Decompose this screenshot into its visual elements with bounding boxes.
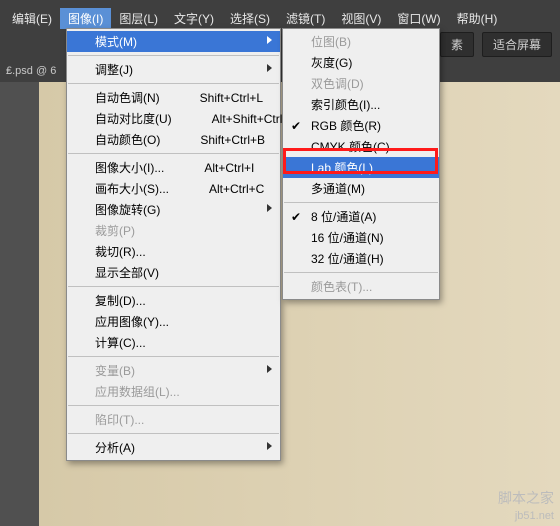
toolbar-btn-pixels[interactable]: 素	[440, 32, 474, 57]
mode-32bit[interactable]: 32 位/通道(H)	[283, 248, 439, 269]
menu-reveal-all[interactable]: 显示全部(V)	[67, 262, 280, 283]
mode-bitmap: 位图(B)	[283, 31, 439, 52]
menu-layer[interactable]: 图层(L)	[111, 8, 166, 29]
toolbar-btn-fit[interactable]: 适合屏幕	[482, 32, 552, 57]
menu-edit[interactable]: 编辑(E)	[4, 8, 60, 29]
menu-auto-contrast[interactable]: 自动对比度(U)Alt+Shift+Ctrl+L	[67, 108, 280, 129]
menu-apply-datasets: 应用数据组(L)...	[67, 381, 280, 402]
chevron-right-icon	[267, 442, 272, 450]
menu-variables: 变量(B)	[67, 360, 280, 381]
chevron-right-icon	[267, 204, 272, 212]
mode-multichannel[interactable]: 多通道(M)	[283, 178, 439, 199]
menu-image[interactable]: 图像(I)	[60, 8, 111, 29]
mode-grayscale[interactable]: 灰度(G)	[283, 52, 439, 73]
menu-image-size[interactable]: 图像大小(I)...Alt+Ctrl+I	[67, 157, 280, 178]
menu-apply-image[interactable]: 应用图像(Y)...	[67, 311, 280, 332]
watermark-url: jb51.net	[515, 510, 554, 522]
image-menu-dropdown: 模式(M) 调整(J) 自动色调(N)Shift+Ctrl+L 自动对比度(U)…	[66, 28, 281, 461]
menu-mode[interactable]: 模式(M)	[67, 31, 280, 52]
menu-calculations[interactable]: 计算(C)...	[67, 332, 280, 353]
chevron-right-icon	[267, 64, 272, 72]
chevron-right-icon	[267, 36, 272, 44]
menu-auto-color[interactable]: 自动颜色(O)Shift+Ctrl+B	[67, 129, 280, 150]
menu-type[interactable]: 文字(Y)	[166, 8, 222, 29]
menubar: 编辑(E) 图像(I) 图层(L) 文字(Y) 选择(S) 滤镜(T) 视图(V…	[0, 8, 560, 28]
menu-window[interactable]: 窗口(W)	[389, 8, 448, 29]
menu-crop: 裁剪(P)	[67, 220, 280, 241]
menu-trim[interactable]: 裁切(R)...	[67, 241, 280, 262]
mode-duotone: 双色调(D)	[283, 73, 439, 94]
mode-color-table: 颜色表(T)...	[283, 276, 439, 297]
check-icon: ✔	[291, 210, 301, 224]
menu-image-rotation[interactable]: 图像旋转(G)	[67, 199, 280, 220]
menu-auto-tone[interactable]: 自动色调(N)Shift+Ctrl+L	[67, 87, 280, 108]
menu-trap: 陷印(T)...	[67, 409, 280, 430]
menu-adjustments[interactable]: 调整(J)	[67, 59, 280, 80]
mode-rgb[interactable]: ✔RGB 颜色(R)	[283, 115, 439, 136]
menu-view[interactable]: 视图(V)	[333, 8, 389, 29]
mode-indexed[interactable]: 索引颜色(I)...	[283, 94, 439, 115]
menu-canvas-size[interactable]: 画布大小(S)...Alt+Ctrl+C	[67, 178, 280, 199]
mode-submenu: 位图(B) 灰度(G) 双色调(D) 索引颜色(I)... ✔RGB 颜色(R)…	[282, 28, 440, 300]
watermark-cn: 脚本之家	[498, 488, 554, 508]
mode-lab[interactable]: Lab 颜色(L)	[283, 157, 439, 178]
mode-cmyk[interactable]: CMYK 颜色(C)	[283, 136, 439, 157]
menu-help[interactable]: 帮助(H)	[449, 8, 506, 29]
check-icon: ✔	[291, 119, 301, 133]
menu-analysis[interactable]: 分析(A)	[67, 437, 280, 458]
menu-filter[interactable]: 滤镜(T)	[278, 8, 333, 29]
mode-16bit[interactable]: 16 位/通道(N)	[283, 227, 439, 248]
mode-8bit[interactable]: ✔8 位/通道(A)	[283, 206, 439, 227]
menu-select[interactable]: 选择(S)	[222, 8, 278, 29]
chevron-right-icon	[267, 365, 272, 373]
menu-duplicate[interactable]: 复制(D)...	[67, 290, 280, 311]
